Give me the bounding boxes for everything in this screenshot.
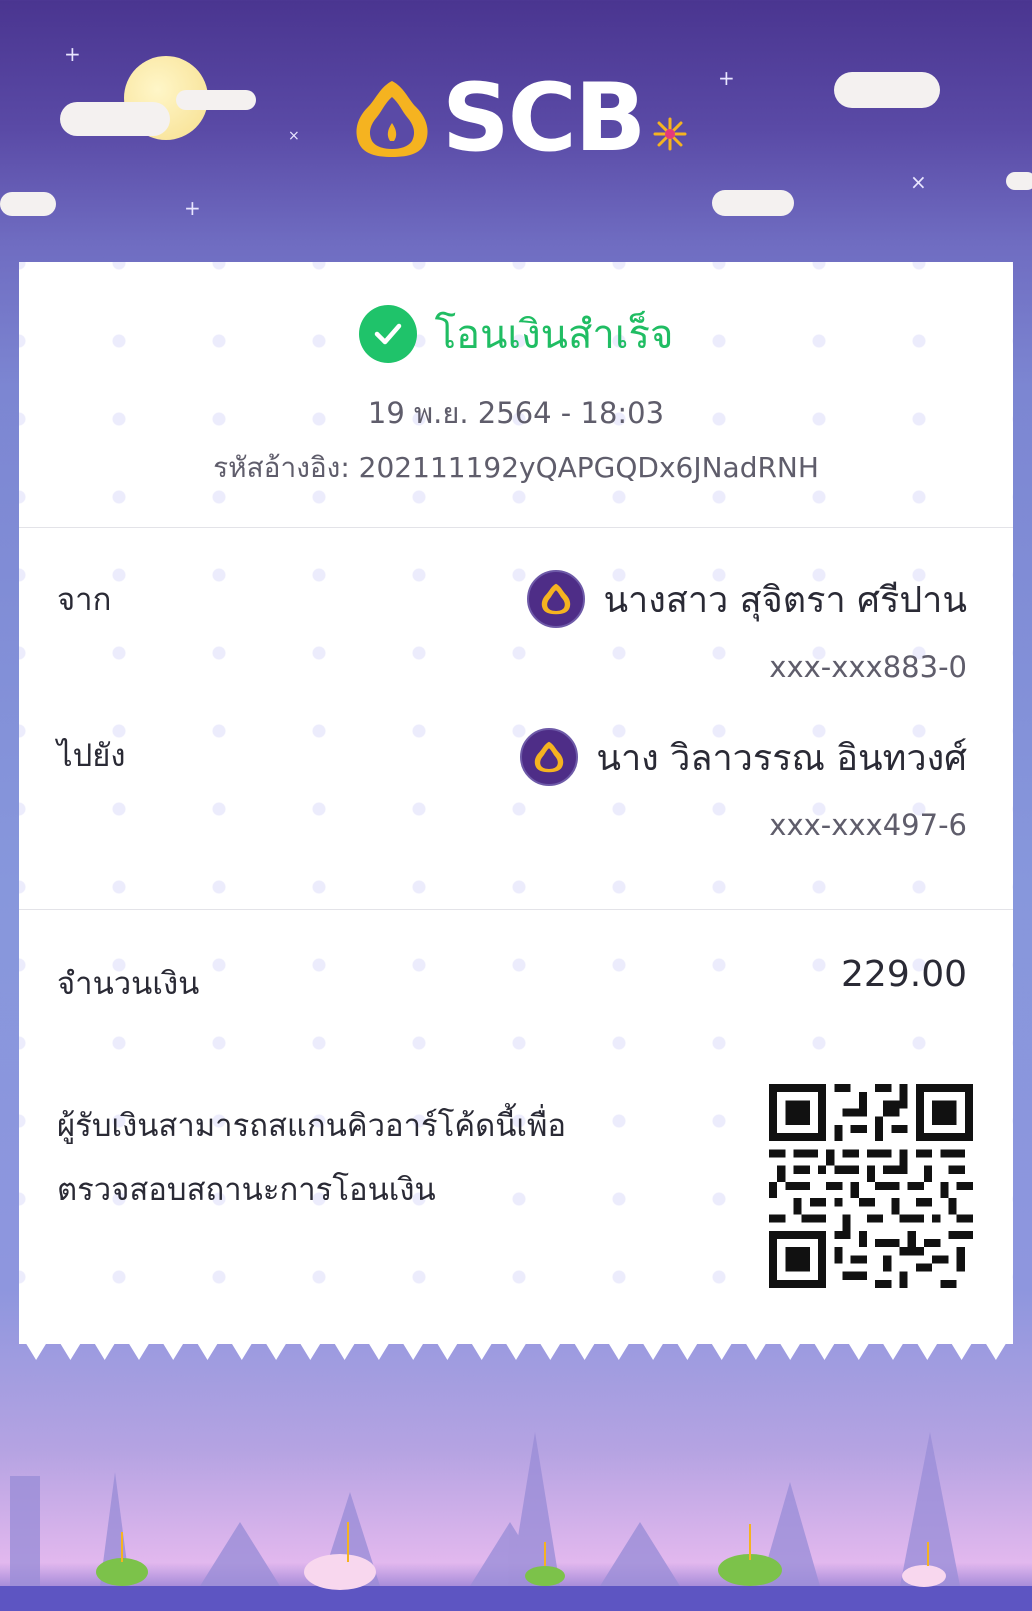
to-account: xxx-xxx497-6 (769, 808, 967, 842)
cloud-icon (176, 90, 256, 110)
to-name: นาง วิลาวรรณ อินทวงศ์ (596, 737, 967, 779)
to-label: ไปยัง (57, 738, 126, 774)
amount-value: 229.00 (841, 954, 967, 995)
festival-scenery (0, 1432, 1032, 1611)
status-title: โอนเงินสำเร็จ (434, 312, 674, 358)
amount-label: จำนวนเงิน (57, 966, 200, 1002)
sparkle-icon: × (910, 170, 927, 194)
cloud-icon (712, 190, 794, 216)
check-circle-icon (358, 305, 417, 363)
cloud-icon (1006, 172, 1032, 190)
scb-emblem-icon (356, 81, 428, 157)
scb-bank-icon (520, 728, 579, 786)
from-account: xxx-xxx883-0 (769, 650, 967, 684)
receipt-card: โอนเงินสำเร็จ 19 พ.ย. 2564 - 18:03 รหัสอ… (19, 262, 1013, 1344)
sparkle-icon: × (288, 128, 300, 144)
sparkle-icon: + (718, 66, 735, 90)
qr-instruction-line1: ผู้รับเงินสามารถสแกนคิวอาร์โค้ดนี้เพื่อ (57, 1108, 567, 1144)
scb-logo: SCB (352, 72, 688, 166)
transaction-datetime: 19 พ.ย. 2564 - 18:03 (367, 396, 665, 430)
brand-name: SCB (442, 64, 646, 173)
from-party: นางสาว สุจิตรา ศรีปาน (527, 570, 967, 628)
flower-icon (653, 117, 687, 151)
cloud-icon (0, 192, 56, 216)
sparkle-icon: + (64, 42, 81, 66)
from-name: นางสาว สุจิตรา ศรีปาน (603, 579, 967, 621)
qr-instruction-line2: ตรวจสอบสถานะการโอนเงิน (57, 1172, 436, 1208)
divider (19, 527, 1013, 528)
qr-code (769, 1084, 973, 1288)
cloud-icon (834, 72, 940, 108)
transfer-status: โอนเงินสำเร็จ (19, 302, 1013, 366)
scb-bank-icon (527, 570, 586, 628)
cloud-icon (60, 102, 170, 136)
receipt-zigzag-edge (19, 1332, 1013, 1360)
reference-number: รหัสอ้างอิง: 202111192yQAPGQDx6JNadRNH (213, 451, 819, 484)
sparkle-icon: + (184, 196, 201, 220)
header: + + + × × SCB (0, 0, 1032, 262)
to-party: นาง วิลาวรรณ อินทวงศ์ (520, 728, 967, 786)
divider (19, 909, 1013, 910)
from-label: จาก (57, 582, 112, 618)
qr-instruction: ผู้รับเงินสามารถสแกนคิวอาร์โค้ดนี้เพื่อ … (57, 1094, 677, 1222)
